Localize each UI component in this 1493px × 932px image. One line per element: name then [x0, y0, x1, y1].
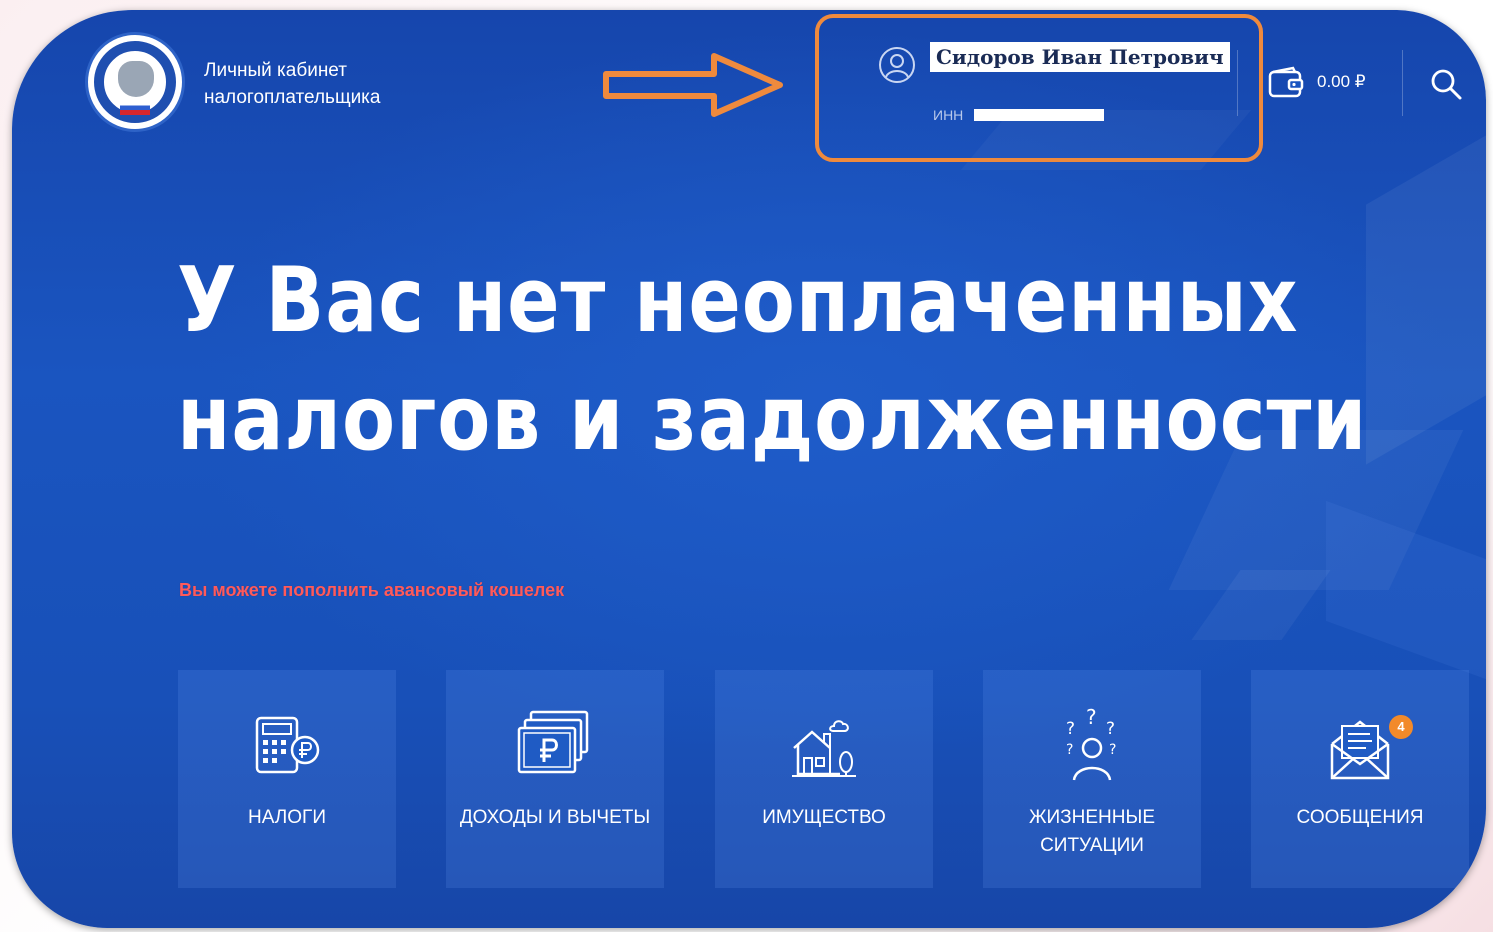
- flag-icon: [120, 101, 150, 115]
- annotation-highlight-box: [815, 14, 1263, 162]
- screenshot-canvas: Личный кабинет налогоплательщика Сидоров…: [0, 0, 1493, 932]
- tile-property[interactable]: Имущество: [715, 670, 933, 888]
- svg-text:?: ?: [1066, 719, 1075, 739]
- calculator-ruble-icon: [255, 716, 320, 774]
- messages-count-badge: 4: [1389, 715, 1413, 739]
- svg-text:?: ?: [1106, 719, 1115, 739]
- search-icon[interactable]: [1428, 66, 1464, 102]
- arrow-right-icon: [603, 53, 783, 117]
- envelope-icon: [1330, 720, 1390, 780]
- service-tiles: Налоги Доходы и вычеты: [178, 670, 1469, 888]
- decor-facet: [1366, 135, 1486, 465]
- tile-income-deductions[interactable]: Доходы и вычеты: [446, 670, 664, 888]
- ruble-bills-icon: [517, 710, 589, 774]
- svg-text:?: ?: [1066, 742, 1073, 758]
- header-divider: [1402, 50, 1403, 116]
- inn-label: ИНН: [933, 107, 964, 123]
- hero-line-2: налогов и задолженности: [177, 366, 1368, 471]
- svg-text:?: ?: [1086, 708, 1097, 729]
- header: Личный кабинет налогоплательщика Сидоров…: [12, 10, 1486, 162]
- tile-label: Жизненные ситуации: [1028, 807, 1155, 856]
- user-name[interactable]: Сидоров Иван Петрович: [930, 42, 1230, 72]
- tile-label: Доходы и вычеты: [459, 807, 651, 828]
- hero-title: У Вас нет неоплаченных налогов и задолже…: [177, 242, 1367, 478]
- header-divider: [1237, 50, 1238, 116]
- tile-label: Имущество: [762, 807, 886, 828]
- tile-label: Сообщения: [1296, 807, 1424, 828]
- person-question-icon: ? ? ? ? ?: [1066, 708, 1116, 781]
- brand-line-1: Личный кабинет: [204, 60, 347, 81]
- tile-life-situations[interactable]: ? ? ? ? ? Жизненные ситуации: [983, 670, 1201, 888]
- tile-label: Налоги: [247, 807, 326, 828]
- wallet-topup-link[interactable]: Вы можете пополнить авансовый кошелек: [179, 580, 564, 601]
- tile-taxes[interactable]: Налоги: [178, 670, 396, 888]
- wallet-icon[interactable]: [1267, 66, 1305, 100]
- inn-value-redacted: [974, 109, 1104, 121]
- fns-logo[interactable]: [85, 32, 185, 132]
- brand-title[interactable]: Личный кабинет налогоплательщика: [204, 57, 464, 111]
- hero-line-1: У Вас нет неоплаченных: [177, 248, 1299, 353]
- wallet-balance[interactable]: 0.00 ₽: [1317, 72, 1366, 92]
- brand-line-2: налогоплательщика: [204, 87, 381, 108]
- app-window: Личный кабинет налогоплательщика Сидоров…: [12, 10, 1486, 928]
- svg-text:?: ?: [1109, 742, 1116, 758]
- house-icon: [792, 720, 856, 777]
- eagle-emblem-icon: [118, 61, 154, 97]
- tile-messages[interactable]: 4 Сообщения: [1251, 670, 1469, 888]
- user-icon[interactable]: [878, 46, 916, 84]
